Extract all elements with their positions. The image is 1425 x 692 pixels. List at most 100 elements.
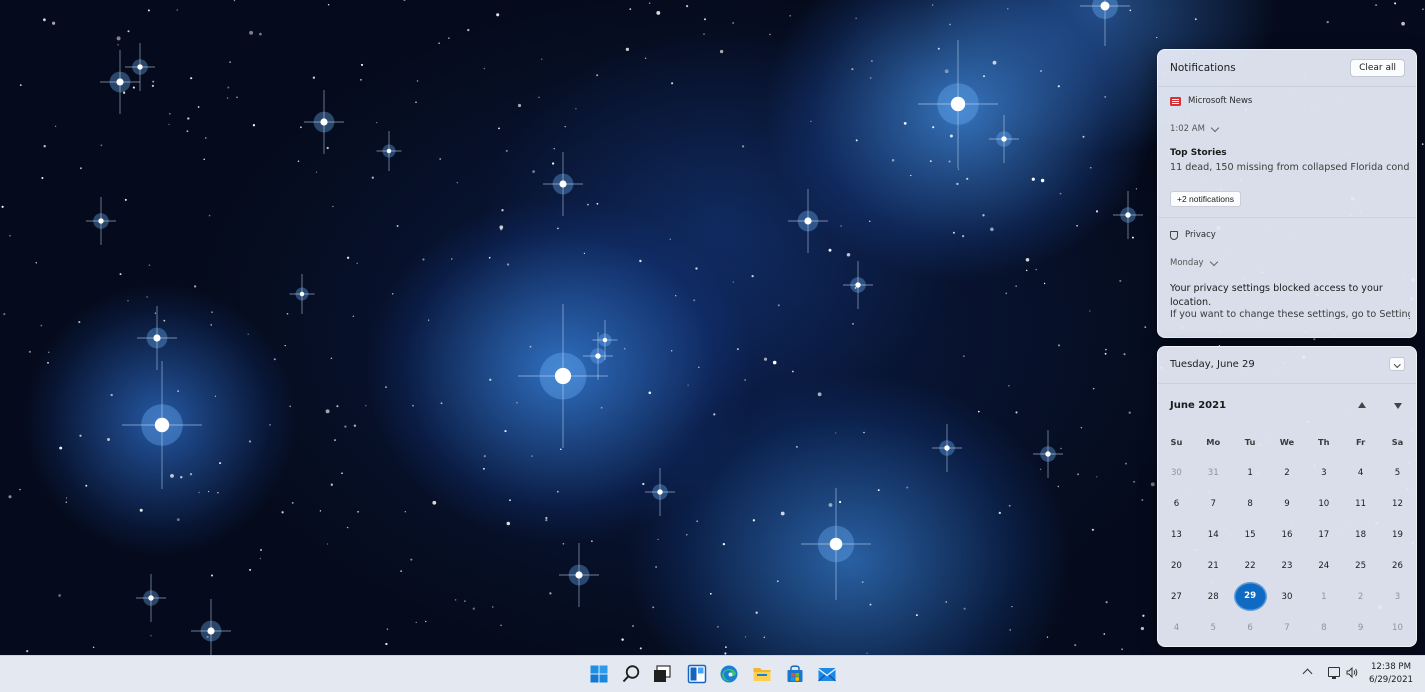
calendar-day[interactable]: 17 <box>1305 530 1342 540</box>
star <box>116 36 121 41</box>
calendar-week-row: 20 21 22 23 24 25 26 <box>1158 550 1416 581</box>
star <box>652 606 655 609</box>
calendar-day[interactable]: 2 <box>1269 468 1306 478</box>
notification-time-toggle[interactable]: 1:02 AM <box>1170 123 1220 134</box>
edge-icon[interactable] <box>719 664 739 684</box>
calendar-day[interactable]: 1 <box>1232 468 1269 478</box>
next-month-icon[interactable] <box>1394 403 1402 409</box>
notification-body[interactable]: 11 dead, 150 missing from collapsed Flor… <box>1170 162 1410 173</box>
calendar-day-today[interactable]: 29 <box>1232 582 1269 611</box>
star <box>226 97 229 99</box>
calendar-day[interactable]: 10 <box>1305 499 1342 509</box>
star <box>1131 236 1134 239</box>
star <box>963 355 965 357</box>
star <box>454 599 457 601</box>
volume-icon[interactable] <box>1346 667 1358 678</box>
calendar-day[interactable]: 16 <box>1269 530 1306 540</box>
star <box>506 521 511 526</box>
star <box>504 430 507 433</box>
calendar-day[interactable]: 2 <box>1342 592 1379 602</box>
calendar-day[interactable]: 7 <box>1195 499 1232 509</box>
calendar-day[interactable]: 6 <box>1158 499 1195 509</box>
star <box>205 137 207 139</box>
calendar-day[interactable]: 4 <box>1158 623 1195 633</box>
calendar-day[interactable]: 11 <box>1342 499 1379 509</box>
star <box>639 259 642 263</box>
star <box>852 323 854 325</box>
star <box>840 225 842 227</box>
calendar-day[interactable]: 18 <box>1342 530 1379 540</box>
star <box>54 125 57 127</box>
calendar-day[interactable]: 8 <box>1232 499 1269 509</box>
task-view-icon[interactable] <box>652 664 672 684</box>
notification-divider <box>1158 217 1416 218</box>
calendar-day[interactable]: 15 <box>1232 530 1269 540</box>
star <box>499 225 504 230</box>
calendar-day[interactable]: 19 <box>1379 530 1416 540</box>
calendar-day[interactable]: 1 <box>1305 592 1342 602</box>
calendar-day[interactable]: 30 <box>1158 468 1195 478</box>
star <box>1129 9 1132 12</box>
calendar-day[interactable]: 20 <box>1158 561 1195 571</box>
star <box>385 642 388 646</box>
calendar-collapse-button[interactable] <box>1389 357 1405 371</box>
star <box>1015 411 1018 414</box>
mail-icon[interactable] <box>817 664 837 684</box>
store-icon[interactable] <box>785 664 805 684</box>
start-icon[interactable] <box>589 664 609 684</box>
star <box>1150 482 1155 487</box>
star <box>538 96 540 99</box>
star <box>1326 20 1329 24</box>
clear-all-button[interactable]: Clear all <box>1350 59 1405 77</box>
calendar-day[interactable]: 27 <box>1158 592 1195 602</box>
calendar-day[interactable]: 5 <box>1195 623 1232 633</box>
star <box>839 500 842 504</box>
star <box>1058 344 1060 347</box>
calendar-day[interactable]: 28 <box>1195 592 1232 602</box>
star <box>1140 626 1145 631</box>
calendar-day[interactable]: 26 <box>1379 561 1416 571</box>
calendar-day[interactable]: 9 <box>1342 623 1379 633</box>
calendar-day[interactable]: 8 <box>1305 623 1342 633</box>
calendar-day[interactable]: 6 <box>1232 623 1269 633</box>
show-hidden-icons-chevron-up-icon[interactable] <box>1302 668 1313 679</box>
star <box>498 127 500 130</box>
widgets-icon[interactable] <box>687 664 707 684</box>
calendar-day[interactable]: 30 <box>1269 592 1306 602</box>
calendar-day[interactable]: 4 <box>1342 468 1379 478</box>
calendar-day[interactable]: 3 <box>1305 468 1342 478</box>
calendar-day[interactable]: 13 <box>1158 530 1195 540</box>
file-explorer-icon[interactable] <box>752 664 772 684</box>
star <box>777 304 780 307</box>
calendar-day[interactable]: 5 <box>1379 468 1416 478</box>
previous-month-icon[interactable] <box>1358 402 1366 408</box>
calendar-day[interactable]: 14 <box>1195 530 1232 540</box>
star <box>422 258 425 261</box>
calendar-day[interactable]: 24 <box>1305 561 1342 571</box>
star <box>648 2 651 4</box>
shield-icon <box>1170 230 1178 240</box>
calendar-day[interactable]: 22 <box>1232 561 1269 571</box>
calendar-day[interactable]: 10 <box>1379 623 1416 633</box>
search-icon[interactable] <box>621 664 641 684</box>
calendar-day[interactable]: 31 <box>1195 468 1232 478</box>
calendar-day[interactable]: 23 <box>1269 561 1306 571</box>
star <box>35 262 37 264</box>
taskbar-clock[interactable]: 12:38 PM 6/29/2021 <box>1364 661 1418 687</box>
star <box>150 634 152 637</box>
calendar-day[interactable]: 3 <box>1379 592 1416 602</box>
calendar-day[interactable]: 25 <box>1342 561 1379 571</box>
calendar-day[interactable]: 7 <box>1269 623 1306 633</box>
network-icon[interactable] <box>1328 667 1340 679</box>
notification-app-row: Microsoft News <box>1170 96 1252 106</box>
calendar-day[interactable]: 21 <box>1195 561 1232 571</box>
notification-body[interactable]: If you want to change these settings, go… <box>1170 309 1410 320</box>
star <box>717 626 719 628</box>
calendar-day[interactable]: 12 <box>1379 499 1416 509</box>
star <box>168 123 170 126</box>
more-notifications-button[interactable]: +2 notifications <box>1170 191 1241 207</box>
calendar-day[interactable]: 9 <box>1269 499 1306 509</box>
notification-time-toggle[interactable]: Monday <box>1170 257 1218 268</box>
star <box>341 472 343 475</box>
calendar-month-label[interactable]: June 2021 <box>1170 400 1226 411</box>
